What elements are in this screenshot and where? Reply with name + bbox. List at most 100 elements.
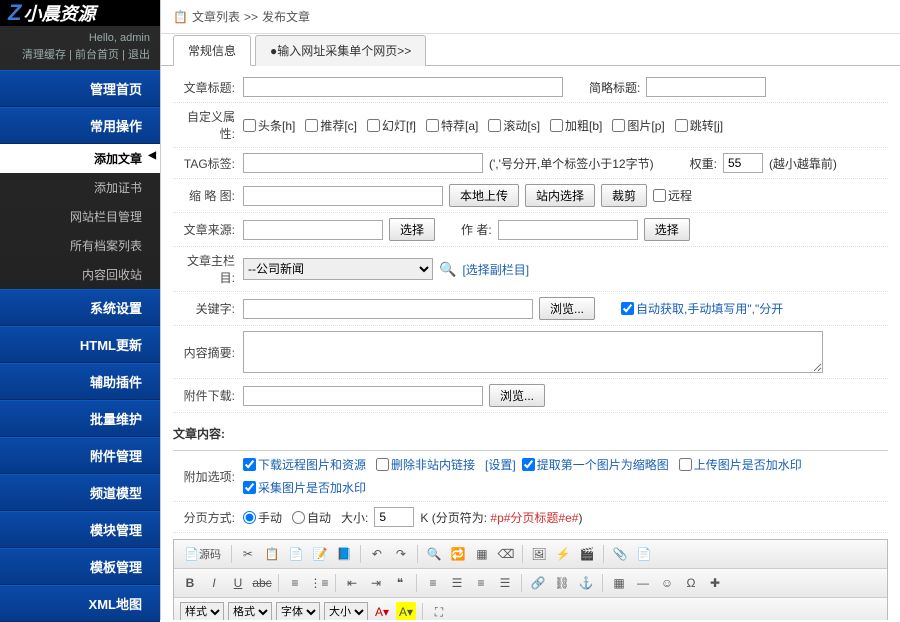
hr-icon[interactable]: — [633, 573, 653, 593]
btn-site-select[interactable]: 站内选择 [525, 184, 595, 207]
italic-icon[interactable]: I [204, 573, 224, 593]
menu-channel[interactable]: 频道模型 [0, 474, 160, 511]
input-title[interactable] [243, 77, 563, 97]
check-attr-6[interactable]: 图片[p] [612, 117, 664, 134]
magnify-icon[interactable]: 🔍 [439, 261, 456, 278]
undo-icon[interactable]: ↶ [367, 544, 387, 564]
input-keyword[interactable] [243, 299, 533, 319]
tab-crawl[interactable]: ●输入网址采集单个网页>> [255, 35, 426, 66]
link-icon[interactable]: 🔗 [528, 573, 548, 593]
emoticon-icon[interactable]: ☺ [657, 573, 677, 593]
menu-add-article[interactable]: 添加文章 [0, 144, 160, 173]
bold-icon[interactable]: B [180, 573, 200, 593]
check-attr-1[interactable]: 推荐[c] [305, 117, 357, 134]
check-attr-2[interactable]: 幻灯[f] [367, 117, 416, 134]
check-attr-5[interactable]: 加粗[b] [550, 117, 602, 134]
radio-auto[interactable]: 自动 [292, 509, 331, 526]
media-icon[interactable]: 🎬 [577, 544, 597, 564]
select-style[interactable]: 样式 [180, 602, 224, 620]
menu-system[interactable]: 系统设置 [0, 289, 160, 326]
menu-nav-mgmt[interactable]: 网站栏目管理 [0, 202, 160, 231]
outdent-icon[interactable]: ⇤ [342, 573, 362, 593]
input-source[interactable] [243, 220, 383, 240]
menu-home[interactable]: 管理首页 [0, 70, 160, 107]
input-thumb[interactable] [243, 186, 443, 206]
removeformat-icon[interactable]: ⌫ [496, 544, 516, 564]
menu-html[interactable]: HTML更新 [0, 326, 160, 363]
menu-module[interactable]: 模块管理 [0, 511, 160, 548]
align-right-icon[interactable]: ≡ [471, 573, 491, 593]
check-attr-4[interactable]: 滚动[s] [488, 117, 540, 134]
check-crawl-wm[interactable]: 采集图片是否加水印 [243, 479, 366, 496]
menu-template[interactable]: 模板管理 [0, 548, 160, 585]
menu-xml[interactable]: XML地图 [0, 585, 160, 622]
underline-icon[interactable]: U [228, 573, 248, 593]
table-icon[interactable]: ▦ [609, 573, 629, 593]
copy-icon[interactable]: 📋 [262, 544, 282, 564]
check-download-remote[interactable]: 下载远程图片和资源 [243, 456, 366, 473]
btn-source[interactable]: 📄源码 [180, 544, 225, 564]
menu-plugin[interactable]: 辅助插件 [0, 363, 160, 400]
select-format[interactable]: 格式 [228, 602, 272, 620]
link-logout[interactable]: 退出 [128, 49, 150, 61]
menu-archive-list[interactable]: 所有档案列表 [0, 231, 160, 260]
input-tag[interactable] [243, 153, 483, 173]
btn-select-source[interactable]: 选择 [389, 218, 435, 241]
radio-manual[interactable]: 手动 [243, 509, 282, 526]
align-left-icon[interactable]: ≡ [423, 573, 443, 593]
menu-common[interactable]: 常用操作 [0, 107, 160, 144]
cut-icon[interactable]: ✂ [238, 544, 258, 564]
attach-icon[interactable]: 📎 [610, 544, 630, 564]
link-frontend[interactable]: 前台首页 [75, 49, 119, 61]
page-icon[interactable]: 📄 [634, 544, 654, 564]
textcolor-icon[interactable]: A▾ [372, 602, 392, 620]
anchor-icon[interactable]: ⚓ [576, 573, 596, 593]
paste-word-icon[interactable]: 📘 [334, 544, 354, 564]
menu-recycle[interactable]: 内容回收站 [0, 260, 160, 289]
select-maincol[interactable]: --公司新闻 [243, 258, 433, 280]
more-icon[interactable]: ✚ [705, 573, 725, 593]
paste-text-icon[interactable]: 📝 [310, 544, 330, 564]
select-font[interactable]: 字体 [276, 602, 320, 620]
bgcolor-icon[interactable]: A▾ [396, 602, 416, 620]
btn-browse-keyword[interactable]: 浏览... [539, 297, 595, 320]
menu-add-cert[interactable]: 添加证书 [0, 173, 160, 202]
input-author[interactable] [498, 220, 638, 240]
align-justify-icon[interactable]: ☰ [495, 573, 515, 593]
check-first-img[interactable]: 提取第一个图片为缩略图 [522, 456, 669, 473]
quote-icon[interactable]: ❝ [390, 573, 410, 593]
breadcrumb-list[interactable]: 文章列表 [192, 8, 240, 25]
check-attr-0[interactable]: 头条[h] [243, 117, 295, 134]
textarea-summary[interactable] [243, 331, 823, 373]
check-auto-keyword[interactable]: 自动获取,手动填写用","分开 [621, 300, 783, 317]
check-attr-3[interactable]: 特荐[a] [426, 117, 478, 134]
link-clear-cache[interactable]: 清理缓存 [22, 49, 66, 61]
btn-browse-attach[interactable]: 浏览... [489, 384, 545, 407]
find-icon[interactable]: 🔍 [424, 544, 444, 564]
link-settings[interactable]: [设置] [485, 456, 516, 473]
numlist-icon[interactable]: ≡ [285, 573, 305, 593]
input-weight[interactable] [723, 153, 763, 173]
check-attr-7[interactable]: 跳转[j] [675, 117, 723, 134]
check-remote[interactable]: 远程 [653, 187, 692, 204]
menu-attachment[interactable]: 附件管理 [0, 437, 160, 474]
btn-local-upload[interactable]: 本地上传 [449, 184, 519, 207]
check-upload-wm[interactable]: 上传图片是否加水印 [679, 456, 802, 473]
check-remove-links[interactable]: 删除非站内链接 [376, 456, 475, 473]
tab-normal[interactable]: 常规信息 [173, 35, 251, 66]
specialchar-icon[interactable]: Ω [681, 573, 701, 593]
input-page-size[interactable] [374, 507, 414, 527]
btn-crop[interactable]: 裁剪 [601, 184, 647, 207]
link-subcol[interactable]: [选择副栏目] [462, 261, 529, 278]
paste-icon[interactable]: 📄 [286, 544, 306, 564]
indent-icon[interactable]: ⇥ [366, 573, 386, 593]
maximize-icon[interactable]: ⛶ [429, 602, 449, 620]
unlink-icon[interactable]: ⛓ [552, 573, 572, 593]
align-center-icon[interactable]: ☰ [447, 573, 467, 593]
redo-icon[interactable]: ↷ [391, 544, 411, 564]
selectall-icon[interactable]: ▦ [472, 544, 492, 564]
input-attach[interactable] [243, 386, 483, 406]
menu-batch[interactable]: 批量维护 [0, 400, 160, 437]
bullist-icon[interactable]: ⋮≡ [309, 573, 329, 593]
btn-select-author[interactable]: 选择 [644, 218, 690, 241]
